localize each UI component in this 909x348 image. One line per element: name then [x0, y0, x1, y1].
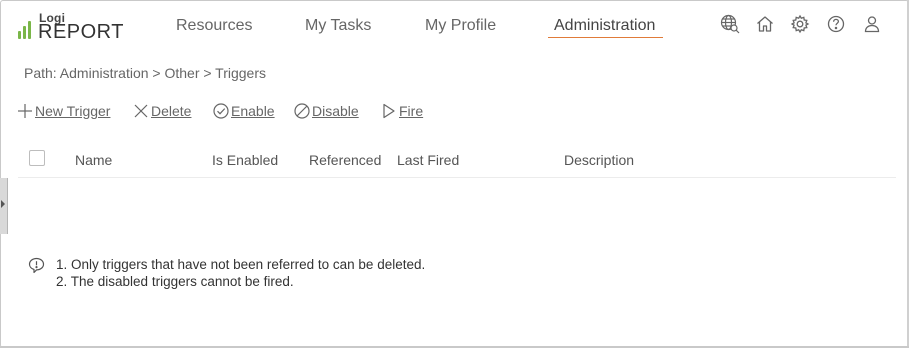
close-icon — [134, 104, 148, 118]
nav-my-tasks[interactable]: My Tasks — [305, 17, 371, 35]
logi-report-logo: Logi REPORT — [18, 11, 128, 45]
select-all-checkbox[interactable] — [29, 150, 45, 166]
disable-label: Disable — [312, 103, 359, 119]
logo-bars-icon — [18, 21, 34, 39]
check-circle-icon — [213, 103, 229, 119]
delete-label: Delete — [151, 103, 192, 119]
new-trigger-button[interactable]: New Trigger — [17, 103, 110, 123]
nav-my-profile[interactable]: My Profile — [425, 17, 496, 35]
gear-icon[interactable] — [790, 14, 810, 34]
globe-search-icon[interactable] — [720, 14, 740, 34]
column-header-is-enabled[interactable]: Is Enabled — [212, 152, 278, 168]
help-icon[interactable] — [826, 14, 846, 34]
column-header-last-fired[interactable]: Last Fired — [397, 152, 459, 168]
enable-label: Enable — [231, 103, 275, 119]
column-header-referenced[interactable]: Referenced — [309, 152, 381, 168]
user-icon[interactable] — [862, 14, 882, 34]
column-header-description[interactable]: Description — [564, 152, 634, 168]
table-header-divider — [18, 177, 896, 178]
nav-administration[interactable]: Administration — [554, 17, 655, 35]
nav-active-indicator — [548, 37, 663, 38]
app-frame — [0, 0, 909, 348]
disable-button[interactable]: Disable — [294, 103, 359, 123]
delete-button[interactable]: Delete — [133, 103, 191, 123]
nav-resources[interactable]: Resources — [176, 17, 252, 35]
play-icon — [383, 103, 395, 119]
column-header-name[interactable]: Name — [75, 152, 112, 168]
info-bubble-icon — [28, 257, 45, 274]
expand-arrow-icon — [1, 200, 5, 208]
home-icon[interactable] — [755, 14, 775, 34]
plus-icon — [18, 104, 32, 118]
enable-button[interactable]: Enable — [213, 103, 275, 123]
fire-label: Fire — [399, 103, 424, 119]
sidebar-toggle-handle[interactable] — [0, 178, 8, 234]
logo-text-main: REPORT — [38, 21, 124, 43]
note-line-1: 1. Only triggers that have not been refe… — [56, 257, 426, 272]
new-trigger-label: New Trigger — [35, 103, 111, 119]
fire-button[interactable]: Fire — [381, 103, 423, 123]
disable-icon — [294, 103, 310, 119]
breadcrumb: Path: Administration > Other > Triggers — [24, 65, 267, 81]
note-line-2: 2. The disabled triggers cannot be fired… — [56, 274, 294, 289]
